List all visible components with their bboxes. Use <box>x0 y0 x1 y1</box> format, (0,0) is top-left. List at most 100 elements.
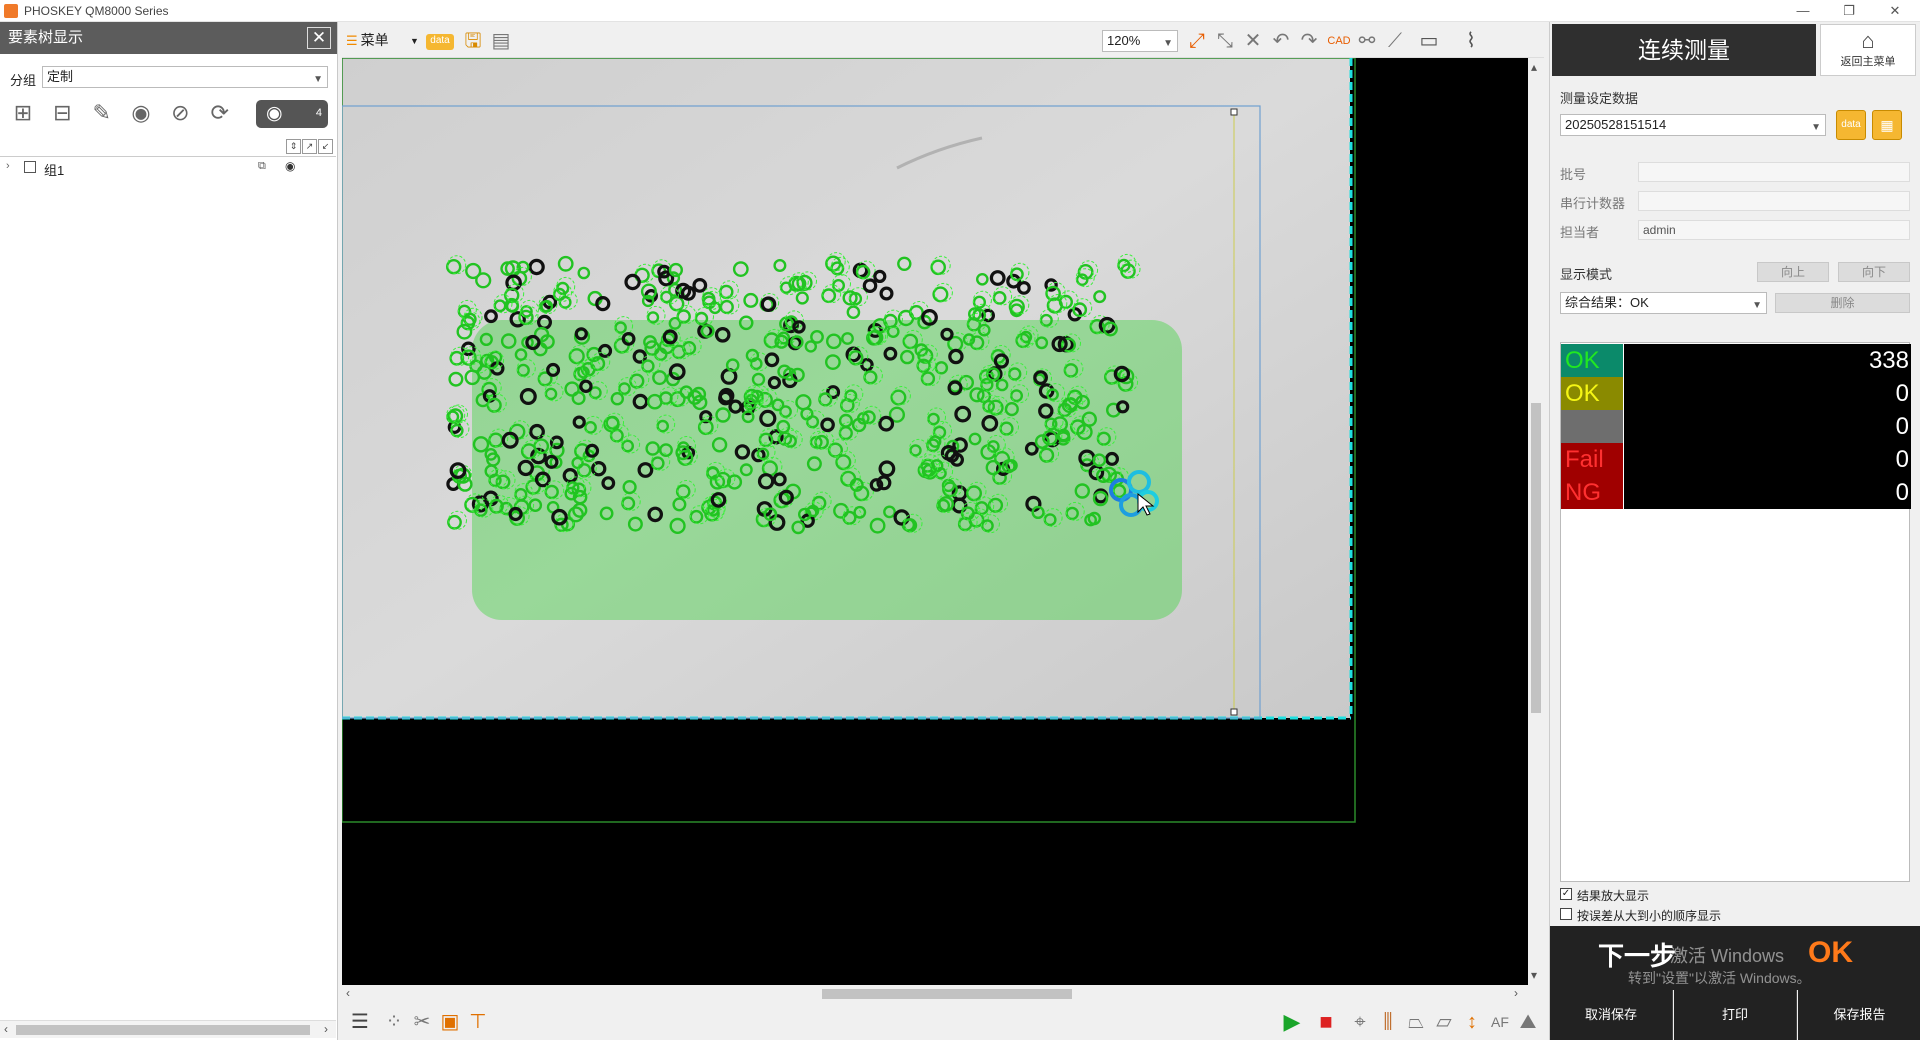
down-button[interactable]: 向下 <box>1838 262 1910 282</box>
sort-by-error-checkbox[interactable] <box>1560 908 1572 920</box>
eye-icon[interactable]: ◉ <box>285 159 295 173</box>
meas-settings-select[interactable]: 20250528151514 ▼ <box>1560 114 1826 136</box>
display-icon[interactable]: ▭ <box>1416 28 1442 54</box>
redo-icon[interactable]: ↷ <box>1296 28 1322 54</box>
app-logo-icon <box>4 4 18 18</box>
chevron-right-icon[interactable]: › <box>6 160 10 172</box>
minimize-button[interactable]: — <box>1780 0 1826 22</box>
tree-item-checkbox[interactable] <box>24 161 36 173</box>
next-step-area[interactable]: 下一步 激活 Windows 转到"设置"以激活 Windows。 OK <box>1550 926 1920 990</box>
export-icon[interactable]: ↗ <box>302 139 317 154</box>
meas-settings-value: 20250528151514 <box>1565 117 1667 132</box>
main-toolbar: ☰ 菜单 ▼ data 🖫 ▤ 120% ▼ ⤢ ⤡ ✕ ↶ ↷ CAD ⚯ ⟋ … <box>342 22 1544 58</box>
left-panel-scrollbar[interactable]: ‹ › <box>0 1020 336 1038</box>
visibility-toggle[interactable]: ◉ 4 <box>256 100 328 128</box>
stage-dark-icon[interactable]: ⏥ <box>1430 1009 1458 1035</box>
zoom-select[interactable]: 120% ▼ <box>1102 30 1178 52</box>
auto-fit-icon[interactable]: ⤢ <box>1184 28 1210 54</box>
save-report-button[interactable]: 保存报告 <box>1798 990 1920 1040</box>
chevron-down-icon: ▼ <box>1811 122 1821 133</box>
roi-handle-top[interactable] <box>1230 108 1238 116</box>
tree-item-group1[interactable]: › 组1 ⧉ ◉ <box>0 157 336 178</box>
hide-icon[interactable]: ⊘ <box>165 98 195 128</box>
probe-icon[interactable]: ⌖ <box>1346 1009 1374 1035</box>
delete-icon[interactable]: ✕ <box>1240 28 1266 54</box>
scroll-right-icon[interactable]: › <box>1514 986 1518 1000</box>
show-icon[interactable]: ◉ <box>126 98 156 128</box>
scroll-thumb[interactable] <box>1531 403 1541 713</box>
fit-icon[interactable]: ⤡ <box>1212 28 1238 54</box>
refresh-icon[interactable]: ⟳ <box>205 98 235 128</box>
canvas-vertical-scrollbar[interactable]: ▴ ▾ <box>1528 58 1544 985</box>
scroll-thumb[interactable] <box>822 989 1072 999</box>
mountain-icon[interactable]: ⛰ <box>1514 1009 1542 1035</box>
data-folder-icon[interactable]: data <box>426 34 454 50</box>
z-axis-icon[interactable]: ↕ <box>1458 1009 1486 1035</box>
operator-field[interactable]: admin <box>1638 220 1910 240</box>
close-panel-button[interactable]: ✕ <box>307 27 331 49</box>
scroll-down-icon[interactable]: ▾ <box>1531 968 1537 982</box>
group-select[interactable]: 定制 ▼ <box>42 66 328 88</box>
result-filter-value: 综合结果：OK <box>1565 295 1649 310</box>
serial-counter-field[interactable] <box>1638 191 1910 211</box>
tree-collapse-icon[interactable]: ⊟ <box>47 98 77 128</box>
import-icon[interactable]: ↙ <box>318 139 333 154</box>
hierarchy-icon[interactable]: ⊤ <box>464 1009 492 1035</box>
open-data-folder-button[interactable]: data <box>1836 110 1866 140</box>
cancel-save-button[interactable]: 取消保存 <box>1550 990 1673 1040</box>
cut-icon[interactable]: ✂ <box>408 1009 436 1035</box>
restore-button[interactable]: ❐ <box>1826 0 1872 22</box>
play-icon[interactable]: ▶ <box>1278 1009 1306 1035</box>
group-row: 分组 定制 ▼ <box>0 66 338 88</box>
measurement-canvas[interactable] <box>342 58 1528 985</box>
result-filter-select[interactable]: 综合结果：OK ▼ <box>1560 292 1767 314</box>
autofocus-icon[interactable]: AF <box>1486 1009 1514 1035</box>
scroll-thumb[interactable] <box>16 1025 310 1035</box>
result-row-blank: 0 <box>1561 410 1911 443</box>
up-button[interactable]: 向上 <box>1757 262 1829 282</box>
enlarge-result-checkbox[interactable]: ✓ <box>1560 888 1572 900</box>
link-icon[interactable]: ⚯ <box>1354 28 1380 54</box>
report-icon[interactable]: ▤ <box>488 28 514 54</box>
group-select-value: 定制 <box>47 69 74 84</box>
home-label: 返回主菜单 <box>1840 56 1896 68</box>
print-button[interactable]: 打印 <box>1674 990 1797 1040</box>
chevron-down-icon[interactable]: ▼ <box>410 36 419 46</box>
stage-icon[interactable]: ⏢ <box>1402 1009 1430 1035</box>
batch-label: 批号 <box>1560 167 1587 182</box>
close-window-button[interactable]: ✕ <box>1872 0 1918 22</box>
element-tree-title: 要素树显示 <box>8 29 84 46</box>
scroll-left-icon[interactable]: ‹ <box>346 986 350 1000</box>
save-icon[interactable]: 🖫 <box>460 28 486 54</box>
layers-icon[interactable]: ☰ <box>346 1009 374 1035</box>
windows-watermark-subtitle: 转到"设置"以激活 Windows。 <box>1628 970 1811 986</box>
tree-expand-icon[interactable]: ⊞ <box>8 98 38 128</box>
graph-icon[interactable]: ⌇ <box>1458 28 1484 54</box>
image-icon[interactable]: ▣ <box>436 1009 464 1035</box>
batch-field[interactable] <box>1638 162 1910 182</box>
scroll-left-icon[interactable]: ‹ <box>4 1022 8 1036</box>
undo-icon[interactable]: ↶ <box>1268 28 1294 54</box>
menu-button[interactable]: ☰ 菜单 <box>346 30 389 50</box>
points-icon[interactable]: ⁘ <box>380 1009 408 1035</box>
scroll-right-icon[interactable]: › <box>324 1022 328 1036</box>
result-label <box>1561 410 1623 443</box>
scroll-up-icon[interactable]: ▴ <box>1531 60 1537 74</box>
edit-icon[interactable]: ✎ <box>87 98 117 128</box>
canvas-horizontal-scrollbar[interactable]: ‹ › <box>342 985 1528 1003</box>
roi-handle-bottom[interactable] <box>1230 708 1238 716</box>
light-icon[interactable]: ⫼ <box>1374 1009 1402 1035</box>
result-row-fail: Fail 0 <box>1561 443 1911 476</box>
copy-icon[interactable]: ⧉ <box>258 160 266 173</box>
delete-button[interactable]: 删除 <box>1775 293 1910 313</box>
home-button[interactable]: ⌂ 返回主菜单 <box>1820 24 1916 76</box>
result-row-ok-warning: OK 0 <box>1561 377 1911 410</box>
measure-icon[interactable]: ⟋ <box>1382 28 1408 54</box>
folder-icon[interactable]: ▦ <box>1872 110 1902 140</box>
element-tree: › 组1 ⧉ ◉ <box>0 156 336 178</box>
sort-icon[interactable]: ⇕ <box>286 139 301 154</box>
result-label: NG <box>1561 476 1623 509</box>
cad-icon[interactable]: CAD <box>1326 28 1352 54</box>
enlarge-result-label: 结果放大显示 <box>1577 889 1650 903</box>
stop-icon[interactable]: ■ <box>1312 1009 1340 1035</box>
